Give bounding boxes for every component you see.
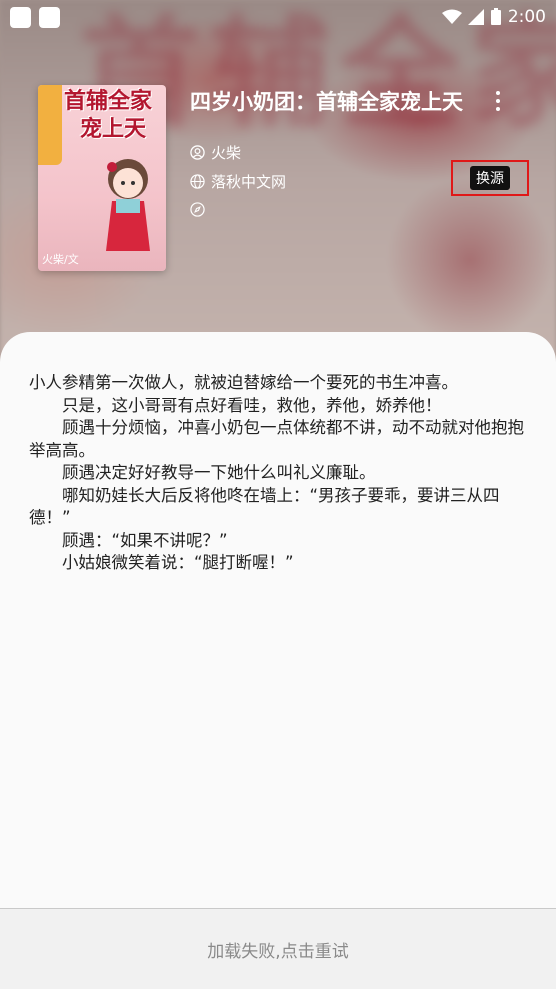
book-intro: 小人参精第一次做人，就被迫替嫁给一个要死的书生冲喜。 只是，这小哥哥有点好看哇，… [29, 372, 529, 575]
notification-icon [10, 6, 31, 28]
cover-side-band [38, 85, 62, 165]
user-icon [190, 145, 205, 160]
explore-row[interactable] [190, 202, 205, 217]
globe-icon [190, 174, 205, 189]
load-retry-label: 加载失败,点击重试 [207, 941, 349, 962]
status-bar: 2:00 [0, 0, 556, 34]
author-name: 火柴 [211, 144, 242, 162]
intro-paragraph: 哪知奶娃长大后反将他咚在墙上：“男孩子要乖，要讲三从四德！” [29, 485, 500, 528]
cover-illustration [106, 159, 150, 251]
status-time: 2:00 [507, 7, 546, 27]
signal-icon [467, 9, 484, 25]
compass-icon [190, 202, 205, 217]
source-name: 落秋中文网 [211, 173, 287, 191]
battery-icon [490, 8, 501, 25]
cover-title-line1: 首辅全家 [64, 89, 153, 114]
source-row[interactable]: 落秋中文网 [190, 171, 286, 192]
notification-icon [39, 6, 60, 28]
more-options-button[interactable] [486, 88, 510, 114]
book-title: 四岁小奶团：首辅全家宠上天 [190, 90, 463, 114]
intro-paragraph: 顾遇决定好好教导一下她什么叫礼义廉耻。 [62, 463, 376, 482]
switch-source-label: 换源 [470, 166, 510, 190]
intro-paragraph: 顾遇：“如果不讲呢？” [62, 530, 228, 550]
screen: 首辅全家 2:00 首辅全家 宠上天 火柴/文 四岁小奶团：首辅全家宠上天 火柴… [0, 0, 556, 989]
book-cover[interactable]: 首辅全家 宠上天 火柴/文 [38, 85, 166, 271]
intro-paragraph: 顾遇十分烦恼，冲喜小奶包一点体统都不讲，动不动就对他抱抱举高高。 [29, 418, 524, 460]
switch-source-button[interactable]: 换源 [451, 160, 529, 196]
intro-paragraph: 小姑娘微笑着说：“腿打断喔！” [62, 553, 294, 572]
load-retry-button[interactable]: 加载失败,点击重试 [0, 909, 556, 989]
author-row[interactable]: 火柴 [190, 142, 241, 163]
wifi-icon [441, 9, 462, 24]
intro-paragraph: 只是，这小哥哥有点好看哇，救他，养他，娇养他！ [62, 395, 442, 415]
more-vertical-icon [496, 91, 500, 95]
cover-author: 火柴/文 [42, 253, 79, 266]
intro-paragraph: 小人参精第一次做人，就被迫替嫁给一个要死的书生冲喜。 [29, 373, 458, 392]
cover-title-line2: 宠上天 [80, 117, 147, 142]
intro-card: 小人参精第一次做人，就被迫替嫁给一个要死的书生冲喜。 只是，这小哥哥有点好看哇，… [0, 332, 556, 909]
